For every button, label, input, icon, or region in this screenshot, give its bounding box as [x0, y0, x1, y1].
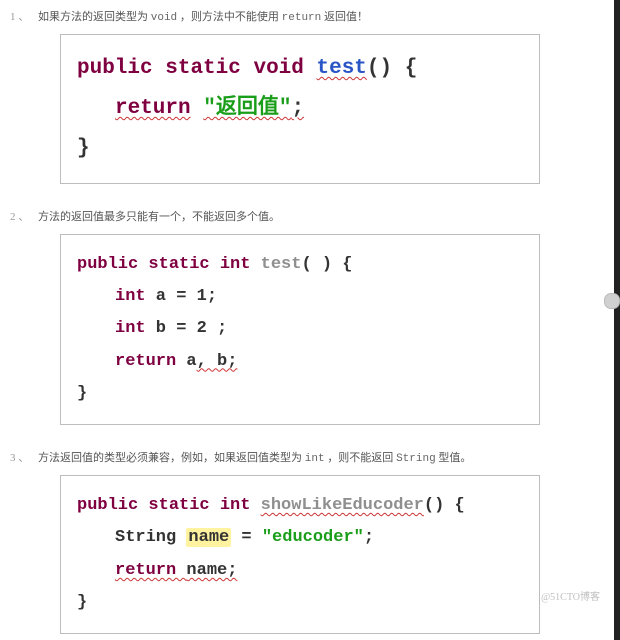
method-name: test — [317, 57, 367, 80]
type-string: String — [115, 528, 186, 547]
rule-3-text-a: 方法返回值的类型必须兼容，例如，如果返回值类型为 — [38, 452, 305, 464]
code3-line1: public static int showLikeEducoder() { — [77, 490, 523, 522]
code-block-3: public static int showLikeEducoder() { S… — [60, 475, 540, 634]
sig-tail: () { — [367, 57, 417, 80]
kw-public: public — [77, 255, 138, 274]
kw-static: static — [148, 496, 209, 515]
kw-int: int — [115, 287, 146, 306]
code-block-1: public static void test() { return "返回值"… — [60, 34, 540, 184]
code1-line2: return "返回值"; — [77, 89, 523, 129]
method-name: showLikeEducoder — [261, 496, 424, 515]
code1-line1: public static void test() { — [77, 49, 523, 89]
rule-1-text-c: 返回值！ — [324, 11, 368, 23]
code2-line1: public static int test( ) { — [77, 249, 523, 281]
return-err: , b; — [197, 352, 238, 371]
kw-static: static — [165, 57, 241, 80]
kw-return: return — [115, 97, 191, 120]
sig-tail: ( ) { — [301, 255, 352, 274]
rule-1-kw: void — [151, 12, 177, 24]
decl-b-eq: b = — [146, 319, 197, 338]
rule-1-num: 1 、 — [10, 11, 29, 23]
kw-return: return — [115, 352, 176, 371]
rule-3-text-c: 型值。 — [438, 452, 471, 464]
kw-int: int — [220, 255, 251, 274]
rule-2: 2 、 方法的返回值最多只能有一个，不能返回多个值。 — [0, 200, 614, 234]
semi: ; — [207, 319, 227, 338]
eq: = — [231, 528, 262, 547]
code2-line2: int a = 1; — [77, 281, 523, 313]
semi: ; — [291, 97, 304, 120]
code3-line3: return name; — [77, 555, 523, 587]
rule-3-text-b: ，则不能返回 — [327, 452, 396, 464]
code2-close: } — [77, 378, 523, 410]
code3-close: } — [77, 587, 523, 619]
num-literal: 2 — [197, 319, 207, 338]
kw-int: int — [220, 496, 251, 515]
rule-3-num: 3 、 — [10, 452, 29, 464]
code-block-2: public static int test( ) { int a = 1; i… — [60, 234, 540, 425]
code1-close: } — [77, 129, 523, 169]
rule-1: 1 、 如果方法的返回类型为 void ，则方法中不能使用 return 返回值… — [0, 0, 614, 34]
rule-1-kw2: return — [282, 12, 322, 24]
kw-public: public — [77, 496, 138, 515]
return-err: name; — [186, 561, 237, 580]
kw-int: int — [115, 319, 146, 338]
decl-a: a = 1; — [146, 287, 217, 306]
kw-void: void — [253, 57, 303, 80]
code3-line2: String name = "educoder"; — [77, 522, 523, 554]
return-a: a — [176, 352, 196, 371]
rule-2-text: 方法的返回值最多只能有一个，不能返回多个值。 — [38, 211, 280, 223]
kw-return: return — [115, 561, 186, 580]
scrollbar-thumb[interactable] — [604, 293, 620, 309]
semi: ; — [364, 528, 374, 547]
rule-3-kw2: String — [396, 453, 436, 465]
rule-3: 3 、 方法返回值的类型必须兼容，例如，如果返回值类型为 int ，则不能返回 … — [0, 441, 614, 475]
code2-line4: return a, b; — [77, 346, 523, 378]
rule-2-num: 2 、 — [10, 211, 29, 223]
code2-line3: int b = 2 ; — [77, 313, 523, 345]
string-literal: "返回值" — [203, 97, 291, 120]
rule-3-kw: int — [305, 453, 325, 465]
rule-1-text-b: ，则方法中不能使用 — [180, 11, 282, 23]
kw-static: static — [148, 255, 209, 274]
rule-1-text-a: 如果方法的返回类型为 — [38, 11, 151, 23]
kw-public: public — [77, 57, 153, 80]
var-name: name — [186, 528, 231, 547]
sig-tail: () { — [424, 496, 465, 515]
string-literal: "educoder" — [262, 528, 364, 547]
method-name: test — [261, 255, 302, 274]
watermark: @51CTO博客 — [541, 588, 600, 603]
